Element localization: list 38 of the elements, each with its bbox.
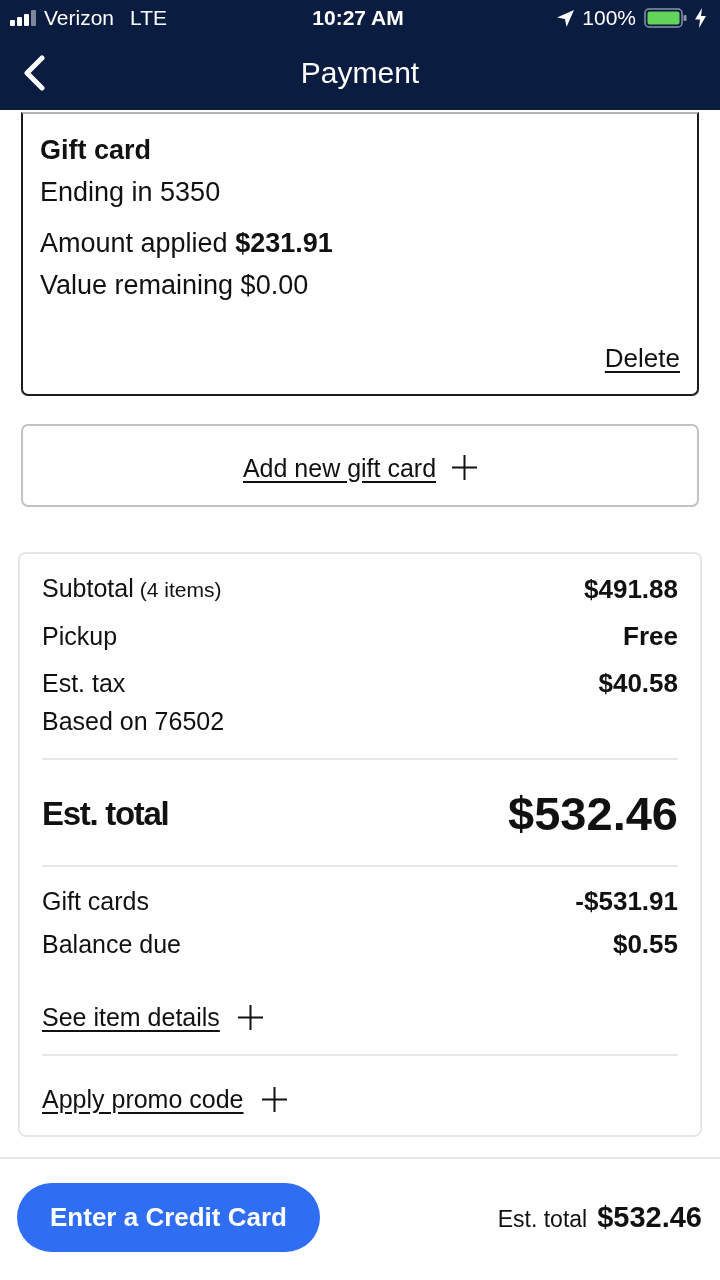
- summary-value: Free: [623, 621, 678, 651]
- page-title: Payment: [299, 55, 421, 91]
- signal-icon: [10, 10, 36, 26]
- charging-bolt-icon: [695, 8, 706, 28]
- delete-link[interactable]: Delete: [604, 343, 680, 373]
- summary-label: Gift cards: [42, 886, 149, 916]
- amount-applied-text: Amount applied $231.91: [40, 227, 334, 259]
- gift-card-title: Gift card: [40, 134, 153, 166]
- battery-percent: 100%: [582, 6, 636, 30]
- add-gift-card-button[interactable]: Add new gift card: [21, 424, 699, 507]
- enter-credit-card-button[interactable]: Enter a Credit Card: [17, 1183, 320, 1252]
- card-ending-text: Ending in 5350: [40, 176, 222, 208]
- summary-label: Balance due: [42, 929, 181, 959]
- plus-icon: [452, 455, 478, 480]
- summary-value: $40.58: [598, 668, 678, 698]
- battery-icon: [644, 8, 687, 28]
- value-remaining-text: Value remaining $0.00: [40, 269, 310, 301]
- expand-link[interactable]: See item details: [42, 1002, 263, 1032]
- total-label: Est. total: [42, 794, 169, 834]
- network-type: LTE: [130, 6, 167, 30]
- location-arrow-icon: [557, 9, 575, 27]
- summary-value: $0.55: [612, 929, 678, 959]
- summary-label: Subtotal: [42, 573, 134, 603]
- summary-label: Pickup: [42, 621, 118, 651]
- summary-value: -$531.91: [575, 886, 678, 916]
- summary-value: $491.88: [584, 574, 678, 604]
- plus-icon: [237, 1004, 263, 1030]
- clock-time: 10:27 AM: [312, 6, 404, 30]
- plus-icon: [261, 1086, 287, 1112]
- expand-link[interactable]: Apply promo code: [42, 1084, 287, 1114]
- tax-basis-text: Based on 76502: [42, 706, 226, 736]
- carrier-name: Verizon: [44, 6, 115, 30]
- item-count: (4 items): [139, 577, 222, 603]
- footer-total-value: $532.46: [597, 1201, 702, 1234]
- back-chevron-icon: [23, 55, 45, 91]
- total-value: $532.46: [508, 788, 678, 840]
- footer-total-label: Est. total: [497, 1206, 588, 1233]
- summary-label: Est. tax: [42, 668, 126, 698]
